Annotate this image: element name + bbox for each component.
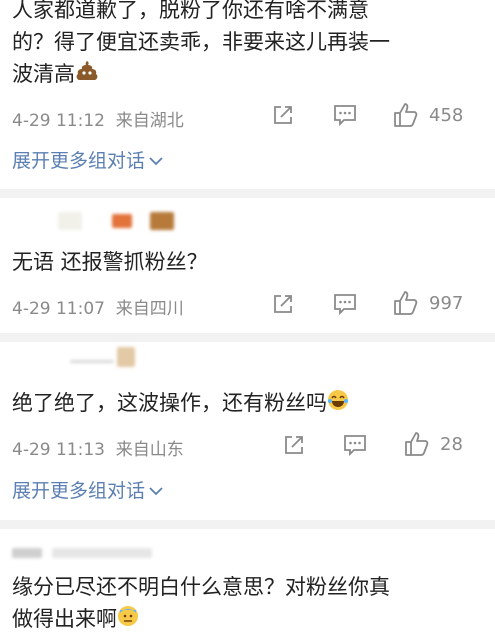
like-button[interactable]: 997 [393, 290, 463, 316]
comment-location: 来自湖北 [115, 111, 184, 131]
laughing-emoji [327, 388, 349, 420]
comment-time: 4-29 11:13 [12, 440, 105, 460]
expand-conversations-link[interactable]: 展开更多组对话 [12, 146, 163, 173]
comment-text-fragment: 做得出来啊 [12, 607, 117, 631]
like-count: 997 [429, 292, 464, 314]
comment-meta: 4-29 11:13 来自山东 [12, 435, 184, 460]
share-button[interactable] [283, 434, 305, 456]
comment-icon [334, 294, 356, 315]
comment-location: 来自山东 [115, 440, 184, 460]
comment-time: 4-29 11:07 [12, 299, 105, 319]
comment-text-line: 做得出来啊 [12, 603, 139, 636]
username-badge [112, 214, 132, 228]
expand-label: 展开更多组对话 [12, 150, 146, 172]
comment-separator [0, 520, 495, 529]
comment-button[interactable] [333, 104, 357, 126]
comment-text-fragment: 波清高 [12, 62, 75, 86]
username [70, 360, 114, 363]
comment-button[interactable] [343, 434, 367, 456]
comment-text-line: 缘分已尽还不明白什么意思？对粉丝你真 [12, 575, 390, 599]
like-icon [394, 291, 418, 315]
comment-text-line: 人家都道歉了，脱粉了你还有啥不满意 [12, 0, 369, 22]
comment-text-line: 绝了绝了，这波操作，还有粉丝吗 [12, 387, 349, 420]
comment-text-line: 波清高 [12, 58, 99, 91]
comment-text-fragment: 绝了绝了，这波操作，还有粉丝吗 [12, 391, 327, 415]
username [52, 548, 152, 558]
like-icon [394, 103, 418, 127]
chevron-down-icon [149, 149, 163, 171]
chevron-down-icon [149, 479, 163, 501]
cold-sweat-emoji [117, 604, 139, 636]
expand-label: 展开更多组对话 [12, 480, 146, 502]
share-icon [274, 106, 292, 124]
comment-meta: 4-29 11:12 来自湖北 [12, 106, 184, 131]
like-button[interactable]: 28 [404, 431, 463, 457]
like-count: 458 [429, 104, 464, 126]
comment-separator [0, 333, 495, 342]
comment-location: 来自四川 [115, 299, 184, 319]
comment-button[interactable] [333, 293, 357, 315]
like-button[interactable]: 458 [393, 102, 463, 128]
comment-text-line: 的？得了便宜还卖乖，非要来这儿再装一 [12, 30, 390, 54]
avatar [117, 347, 135, 367]
username-badge [150, 212, 174, 230]
comment-text-line: 无语 还报警抓粉丝？ [12, 250, 208, 274]
comment-icon [334, 105, 356, 126]
comment-icon [344, 435, 366, 456]
share-icon [285, 436, 303, 454]
share-button[interactable] [272, 293, 294, 315]
username [12, 548, 42, 558]
avatar [58, 212, 82, 230]
poop-emoji [75, 59, 99, 91]
comment-meta: 4-29 11:07 来自四川 [12, 294, 184, 319]
share-button[interactable] [272, 104, 294, 126]
like-count: 28 [440, 433, 463, 455]
expand-conversations-link[interactable]: 展开更多组对话 [12, 476, 163, 503]
comment-separator [0, 189, 495, 198]
share-icon [274, 295, 292, 313]
like-icon [405, 432, 429, 456]
comment-time: 4-29 11:12 [12, 111, 105, 131]
